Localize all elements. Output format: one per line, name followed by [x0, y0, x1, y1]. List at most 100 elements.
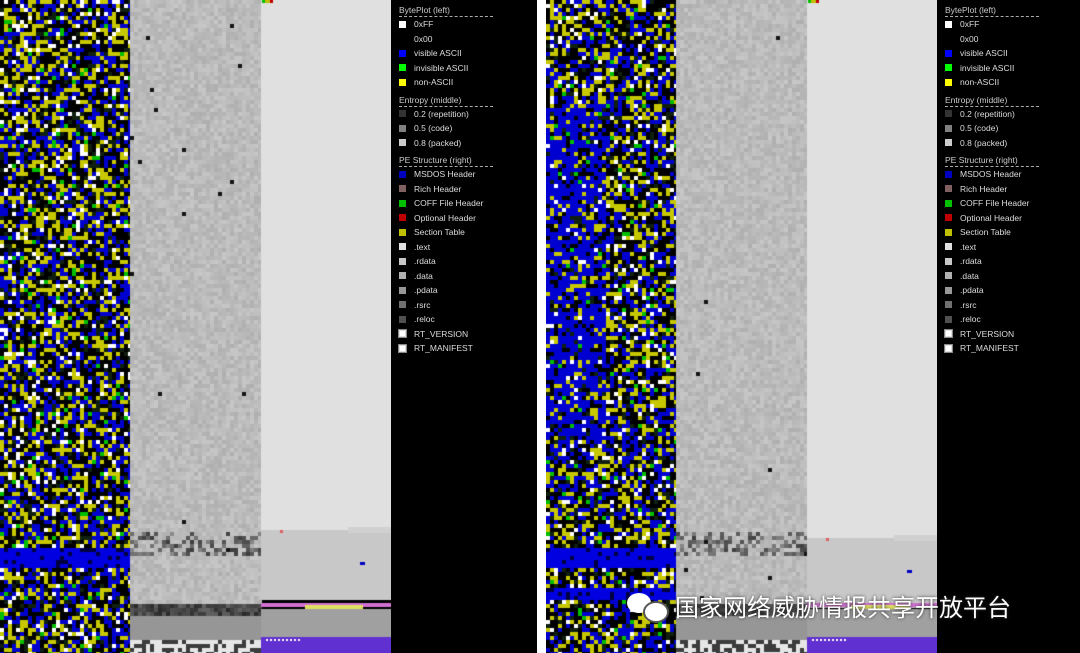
- legend-item: Section Table: [399, 225, 537, 240]
- legend-label: 0.5 (code): [960, 123, 999, 134]
- legend-label: .data: [960, 270, 979, 281]
- legend-label: .data: [414, 270, 433, 281]
- legend-label: .text: [960, 241, 977, 252]
- legend-item: .rdata: [399, 254, 537, 269]
- legend-label: .reloc: [414, 314, 435, 325]
- legend-label: .reloc: [960, 314, 981, 325]
- legend-item: RT_MANIFEST: [398, 341, 537, 356]
- legend-item: .rsrc: [399, 298, 537, 313]
- color-swatch: [945, 35, 952, 43]
- legend-label: invisible ASCII: [414, 62, 469, 73]
- color-swatch: [945, 243, 952, 251]
- legend-item: 0.8 (packed): [945, 136, 1080, 151]
- legend-item: .text: [945, 240, 1080, 255]
- legend-label: .pdata: [960, 285, 984, 296]
- legend-item: .rsrc: [945, 298, 1080, 313]
- legend-label: Section Table: [960, 227, 1011, 238]
- color-swatch: [399, 214, 406, 222]
- legend-section-title: PE Structure (right): [399, 155, 493, 167]
- legend-item: 0.2 (repetition): [399, 107, 537, 122]
- legend-label: Optional Header: [960, 212, 1022, 223]
- color-swatch: [945, 78, 952, 86]
- legend-item: 0x00: [399, 32, 537, 47]
- color-swatch: [945, 124, 952, 132]
- color-swatch: [399, 243, 406, 251]
- legend-label: MSDOS Header: [960, 169, 1022, 180]
- color-swatch: [399, 170, 406, 178]
- legend-section-title: Entropy (middle): [399, 95, 493, 107]
- color-swatch: [945, 110, 952, 118]
- legend-label: 0x00: [414, 33, 433, 44]
- color-swatch: [945, 64, 952, 72]
- watermark: 国家网络威胁情报共享开放平台: [627, 588, 1011, 623]
- legend-item: .pdata: [945, 283, 1080, 298]
- color-swatch: [399, 64, 406, 72]
- legend-item: 0.2 (repetition): [945, 107, 1080, 122]
- color-swatch: [399, 257, 406, 265]
- legend: BytePlot (left) 0xFF 0x00 visible ASCII invi…: [937, 0, 1080, 653]
- visualization-panel-right: BytePlot (left) 0xFF 0x00 visible ASCII invi…: [546, 0, 1080, 653]
- color-swatch: [945, 228, 952, 236]
- legend-label: non-ASCII: [960, 77, 1000, 88]
- legend-item: Rich Header: [945, 182, 1080, 197]
- color-swatch: [399, 315, 406, 323]
- legend-label: Rich Header: [960, 183, 1008, 194]
- legend-label: .rsrc: [960, 299, 977, 310]
- legend-section-title: Entropy (middle): [945, 95, 1039, 107]
- color-swatch: [399, 35, 406, 43]
- color-swatch: [399, 124, 406, 132]
- color-swatch: [945, 272, 952, 280]
- color-swatch: [945, 199, 952, 207]
- legend-item: .data: [945, 269, 1080, 284]
- legend-label: 0xFF: [414, 19, 434, 30]
- legend-item: invisible ASCII: [945, 61, 1080, 76]
- legend-label: .text: [414, 241, 431, 252]
- legend-label: 0.2 (repetition): [960, 108, 1015, 119]
- legend-item: .text: [399, 240, 537, 255]
- legend-label: .rdata: [960, 256, 982, 267]
- legend-label: MSDOS Header: [414, 169, 476, 180]
- legend-label: .pdata: [414, 285, 438, 296]
- color-swatch: [945, 301, 952, 309]
- color-swatch: [945, 139, 952, 147]
- visualization-panel-left: BytePlot (left) 0xFF 0x00 visible ASCII invi…: [0, 0, 537, 653]
- legend-item: COFF File Header: [399, 196, 537, 211]
- color-swatch: [398, 329, 407, 339]
- color-swatch: [399, 139, 406, 147]
- color-swatch: [945, 257, 952, 265]
- legend-item: .reloc: [399, 312, 537, 327]
- legend-item: visible ASCII: [399, 46, 537, 61]
- legend-item: invisible ASCII: [399, 61, 537, 76]
- color-swatch: [399, 49, 406, 57]
- legend-item: RT_MANIFEST: [944, 341, 1080, 356]
- color-swatch: [944, 329, 953, 339]
- legend-label: 0xFF: [960, 19, 980, 30]
- legend-item: Optional Header: [399, 211, 537, 226]
- legend-item: Optional Header: [945, 211, 1080, 226]
- legend-item: .rdata: [945, 254, 1080, 269]
- legend-item: .data: [399, 269, 537, 284]
- color-swatch: [945, 170, 952, 178]
- legend-section-title: BytePlot (left): [945, 5, 1039, 17]
- color-swatch: [945, 20, 952, 28]
- legend-section-title: BytePlot (left): [399, 5, 493, 17]
- legend-item: COFF File Header: [945, 196, 1080, 211]
- legend: BytePlot (left) 0xFF 0x00 visible ASCII invi…: [391, 0, 537, 653]
- color-swatch: [945, 185, 952, 193]
- color-swatch: [399, 286, 406, 294]
- wechat-icon: [627, 591, 669, 623]
- legend-label: 0.2 (repetition): [414, 108, 469, 119]
- legend-item: MSDOS Header: [945, 167, 1080, 182]
- legend-label: Rich Header: [414, 183, 462, 194]
- legend-item: non-ASCII: [399, 75, 537, 90]
- legend-label: RT_VERSION: [414, 328, 469, 339]
- color-swatch: [399, 20, 406, 28]
- legend-item: RT_VERSION: [398, 327, 537, 342]
- legend-item: Section Table: [945, 225, 1080, 240]
- legend-label: visible ASCII: [414, 48, 462, 59]
- legend-item: .pdata: [399, 283, 537, 298]
- legend-item: 0x00: [945, 32, 1080, 47]
- legend-section-title: PE Structure (right): [945, 155, 1039, 167]
- color-swatch: [945, 315, 952, 323]
- color-swatch: [399, 228, 406, 236]
